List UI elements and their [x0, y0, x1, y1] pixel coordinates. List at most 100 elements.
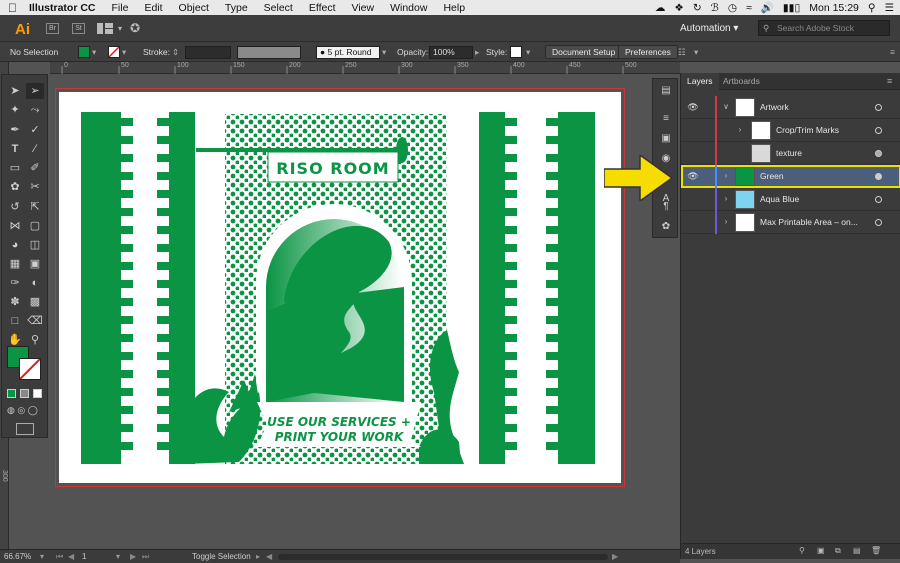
shaper-icon[interactable]: ✿ [6, 179, 24, 195]
brush-definition[interactable]: ● 5 pt. Round [316, 46, 380, 59]
battery-icon[interactable]: ▮▮▯ [783, 2, 800, 14]
panel-menu-icon[interactable]: ≡ [890, 42, 895, 62]
menu-type[interactable]: Type [225, 2, 248, 14]
menu-file[interactable]: File [112, 2, 129, 14]
chevron-down-icon[interactable]: ▾ [382, 42, 386, 62]
gradient-icon[interactable]: ▣ [26, 256, 44, 272]
rotate-icon[interactable]: ↺ [6, 199, 24, 215]
paragraph-icon[interactable]: ¶ [659, 201, 673, 213]
next-artboard-icon[interactable]: ▶ [130, 552, 136, 561]
menu-help[interactable]: Help [443, 2, 465, 14]
paintbrush-icon[interactable]: ✐ [26, 160, 44, 176]
target-icon[interactable] [875, 104, 882, 111]
menu-edit[interactable]: Edit [144, 2, 162, 14]
chevron-right-icon[interactable]: ▸ [475, 42, 479, 62]
line-icon[interactable]: ∕ [26, 141, 44, 157]
curvature-icon[interactable]: ✓ [26, 122, 44, 138]
apple-icon[interactable]:  [8, 1, 17, 15]
chevron-down-icon[interactable]: ∨ [721, 101, 731, 113]
volume-icon[interactable]: 🔊 [761, 1, 774, 14]
width-icon[interactable]: ⋈ [6, 218, 24, 234]
new-layer-icon[interactable]: ▤ [853, 546, 861, 555]
properties-icon[interactable]: ▤ [659, 85, 673, 97]
zoom-level[interactable]: 66.67% [4, 552, 31, 561]
horizontal-scrollbar[interactable] [278, 554, 608, 560]
layer-row-texture[interactable]: texture [681, 142, 900, 165]
menu-select[interactable]: Select [264, 2, 293, 14]
target-icon[interactable] [875, 196, 882, 203]
symbol-sprayer-icon[interactable]: ✽ [6, 294, 24, 310]
color-mode-icon[interactable] [7, 389, 16, 398]
stroke-color-box[interactable] [19, 358, 41, 380]
locate-object-icon[interactable]: ⚲ [799, 546, 805, 555]
menu-app-name[interactable]: Illustrator CC [29, 2, 96, 14]
menu-view[interactable]: View [352, 2, 375, 14]
blend-icon[interactable]: ◐ [26, 275, 44, 291]
menu-effect[interactable]: Effect [309, 2, 336, 14]
free-transform-icon[interactable]: ▢ [26, 218, 44, 234]
menubar-clock[interactable]: Mon 15:29 [809, 2, 859, 14]
draw-mode-icon[interactable]: ◍ ◎ ◯ [7, 405, 38, 416]
layer-row-crop-trim[interactable]: › Crop/Trim Marks [681, 119, 900, 142]
target-icon[interactable] [875, 150, 882, 157]
target-icon[interactable] [875, 173, 882, 180]
preferences-button[interactable]: Preferences [618, 45, 678, 59]
eye-icon[interactable]: 👁 [687, 101, 699, 113]
layer-row-green[interactable]: 👁 › Green [681, 165, 900, 188]
selection-tool-icon[interactable]: ➤ [6, 83, 24, 99]
none-mode-icon[interactable] [33, 389, 42, 398]
chevron-down-icon[interactable]: ▾ [694, 42, 698, 62]
tab-artboards[interactable]: Artboards [717, 73, 766, 90]
eye-icon[interactable]: 👁 [687, 170, 699, 182]
previous-artboard-icon[interactable]: ◀ [68, 552, 74, 561]
layer-row-artwork[interactable]: 👁 ∨ Artwork [681, 96, 900, 119]
align-icon[interactable]: ☷ [678, 42, 686, 62]
stock-icon[interactable]: St [72, 23, 85, 34]
first-artboard-icon[interactable]: ⏮ [56, 552, 63, 562]
chevron-right-icon[interactable]: ▸ [256, 552, 260, 561]
chevron-right-icon[interactable]: › [721, 193, 731, 205]
artboard[interactable]: RISO ROOM USE OUR SERVICES + PRINT YOUR … [55, 88, 625, 487]
spotlight-icon[interactable]: ⚲ [868, 2, 876, 14]
bluetooth-icon[interactable]: ℬ [711, 2, 719, 14]
scale-icon[interactable]: ⇱ [26, 199, 44, 215]
chevron-right-icon[interactable]: › [735, 124, 745, 136]
shape-builder-icon[interactable]: ◕ [6, 237, 24, 253]
gpu-performance-icon[interactable]: ✪ [130, 21, 140, 35]
style-swatch[interactable] [510, 46, 522, 58]
wifi-icon[interactable]: ≈ [746, 2, 752, 14]
magic-wand-icon[interactable]: ✦ [6, 102, 24, 118]
tab-layers[interactable]: Layers [681, 73, 719, 90]
eraser-icon[interactable]: ✂ [26, 179, 44, 195]
stock-search-input[interactable]: ⚲ Search Adobe Stock [758, 20, 890, 36]
eyedropper-icon[interactable]: ✑ [6, 275, 24, 291]
dropbox-icon[interactable]: ❖ [674, 2, 683, 14]
pen-icon[interactable]: ✒ [6, 122, 24, 138]
chevron-right-icon[interactable]: › [721, 216, 731, 228]
column-graph-icon[interactable]: ▩ [26, 294, 44, 310]
panel-menu-icon[interactable]: ≡ [887, 76, 892, 86]
chevron-down-icon[interactable]: ▾ [40, 552, 44, 561]
chevron-right-icon[interactable]: › [721, 170, 731, 182]
gradient-panel-icon[interactable]: ▣ [659, 133, 673, 145]
artboard-icon[interactable]: □ [6, 313, 24, 329]
chevron-down-icon[interactable]: ▾ [118, 24, 122, 33]
creative-cloud-icon[interactable]: ☁ [655, 2, 666, 14]
perspective-icon[interactable]: ◫ [26, 237, 44, 253]
arrange-documents-icon[interactable] [97, 23, 113, 34]
scroll-right-icon[interactable]: ▶ [612, 552, 618, 561]
stroke-swatch[interactable] [108, 46, 120, 58]
menu-window[interactable]: Window [390, 2, 427, 14]
delete-layer-icon[interactable]: 🗑 [871, 546, 881, 555]
artboard-number[interactable]: 1 [82, 552, 86, 561]
variable-width-profile[interactable] [237, 46, 301, 59]
sync-icon[interactable]: ↻ [693, 2, 702, 14]
screen-mode-icon[interactable] [16, 423, 34, 435]
workspace-switcher[interactable]: Automation ▾ [680, 23, 738, 34]
lasso-icon[interactable]: ⤳ [26, 102, 44, 118]
last-artboard-icon[interactable]: ⏭ [142, 552, 149, 562]
opacity-field[interactable]: 100% [429, 46, 473, 59]
symbols-icon[interactable]: ✿ [659, 221, 673, 233]
type-icon[interactable]: T [6, 141, 24, 157]
document-setup-button[interactable]: Document Setup [545, 45, 623, 59]
